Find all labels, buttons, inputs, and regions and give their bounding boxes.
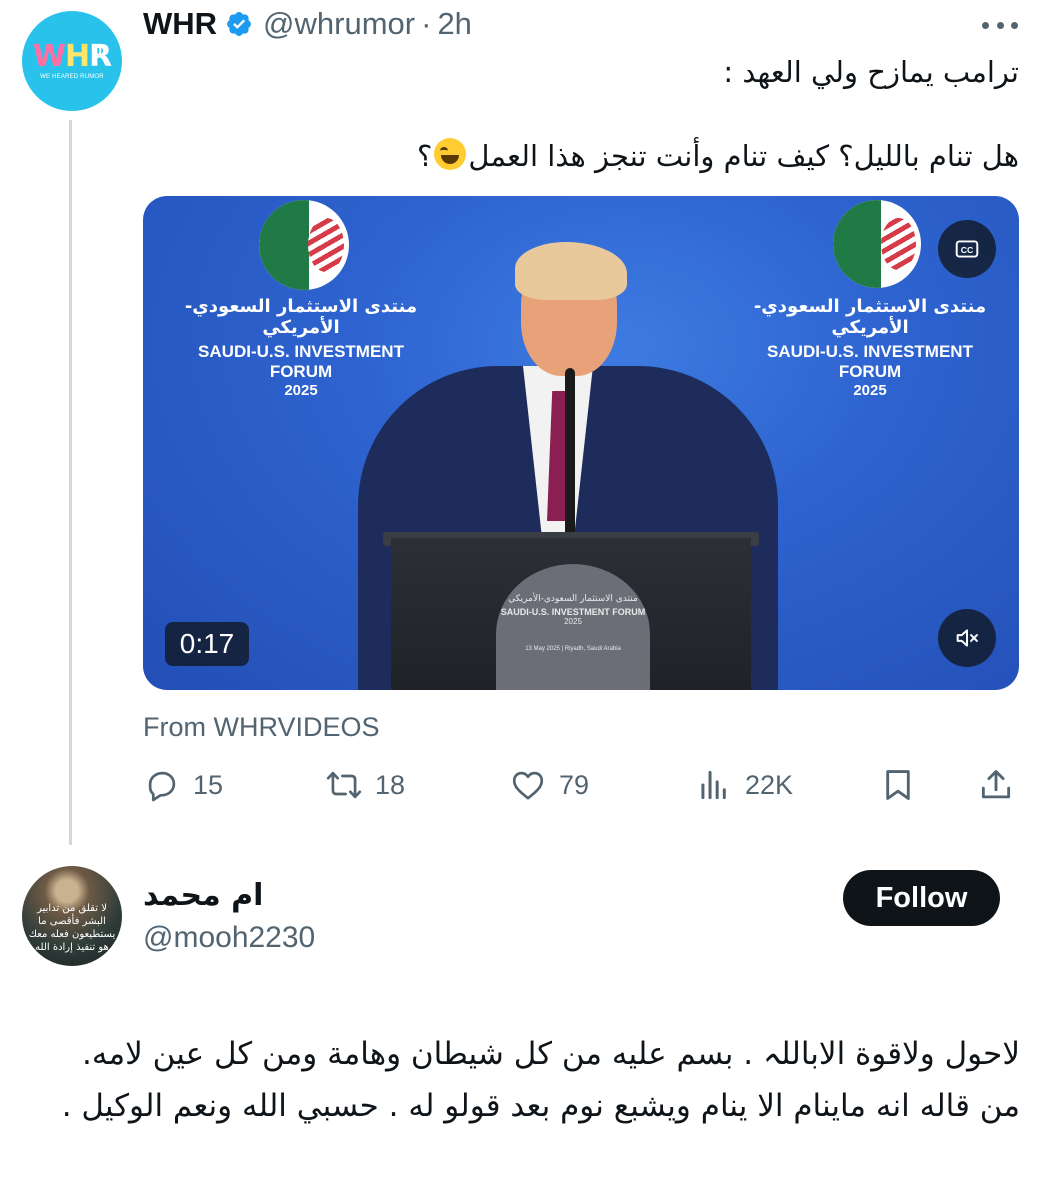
retweet-icon — [326, 771, 362, 799]
tweet-text-line-2: هل تنام بالليل؟ كيف تنام وأنت تنجز هذا ا… — [417, 138, 1019, 173]
laughing-emoji-icon — [434, 138, 467, 170]
forum-name-arabic: منتدى الاستثمار السعودي-الأمريكي — [753, 296, 987, 338]
seal-forum-name-english: SAUDI-U.S. INVESTMENT FORUM — [500, 607, 646, 617]
share-button[interactable] — [977, 764, 1015, 806]
seal-year: 2025 — [564, 617, 582, 626]
tweet-text-line-2-end: ؟ — [417, 139, 433, 173]
speaker-muted-icon — [956, 629, 978, 647]
forum-emblem-icon — [259, 200, 349, 290]
verified-badge-icon[interactable] — [225, 10, 253, 38]
analytics-icon — [701, 770, 726, 800]
captions-button[interactable]: CC — [938, 220, 996, 278]
retweet-button[interactable]: 18 — [325, 764, 405, 806]
tweet-video[interactable]: منتدى الاستثمار السعودي-الأمريكي SAUDI-U… — [143, 196, 1019, 690]
user-avatar[interactable]: لا تقلق من تدابير البشر فأقصى ما يستطيعو… — [22, 866, 122, 966]
view-count: 22K — [745, 769, 794, 800]
forum-year: 2025 — [284, 382, 318, 399]
share-icon — [981, 770, 1011, 799]
reply-button[interactable]: 15 — [143, 764, 223, 806]
forum-name-english: SAUDI-U.S. INVESTMENT FORUM — [198, 342, 404, 381]
forum-name-english: SAUDI-U.S. INVESTMENT FORUM — [767, 342, 973, 381]
whr-tagline: WE HEARED RUMOR — [40, 74, 104, 80]
tweet-header: WHR @whrumor · 2h — [143, 6, 472, 42]
tweet-actions-bar: 15 18 79 22K — [143, 764, 1019, 806]
follow-button[interactable]: Follow — [843, 870, 1000, 926]
closed-captions-icon: CC — [955, 240, 979, 258]
forum-year: 2025 — [853, 382, 887, 399]
tweet-timestamp[interactable]: 2h — [437, 6, 471, 42]
heart-icon — [512, 771, 544, 800]
forum-name-arabic: منتدى الاستثمار السعودي-الأمريكي — [184, 296, 418, 338]
views-button[interactable]: 22K — [695, 764, 793, 806]
like-button[interactable]: 79 — [509, 764, 589, 806]
author-display-name[interactable]: WHR — [143, 6, 217, 42]
whr-avatar[interactable]: WHR WE HEARED RUMOR — [22, 11, 122, 111]
tweet-text-line-1: ترامب يمازح ولي العهد : — [723, 55, 1019, 89]
avatar-quote-text: لا تقلق من تدابير البشر فأقصى ما يستطيعو… — [28, 903, 116, 953]
tweet-text-line-2-main: هل تنام بالليل؟ كيف تنام وأنت تنجز هذا ا… — [468, 139, 1019, 173]
user-handle[interactable]: @mooh2230 — [143, 921, 315, 955]
author-handle[interactable]: @whrumor — [263, 6, 415, 42]
svg-text:CC: CC — [961, 245, 974, 255]
bookmark-icon — [886, 770, 910, 800]
microphone — [565, 368, 575, 538]
like-count: 79 — [559, 769, 590, 800]
video-source-link[interactable]: From WHRVIDEOS — [143, 712, 380, 743]
video-duration: 0:17 — [165, 622, 249, 666]
reply-icon — [148, 771, 176, 802]
forum-emblem-large-icon — [833, 200, 921, 288]
mute-button[interactable] — [938, 609, 996, 667]
bookmark-button[interactable] — [879, 764, 917, 806]
more-options-icon[interactable] — [982, 17, 1018, 33]
seal-forum-name-arabic: منتدى الاستثمار السعودي-الأمريكي — [508, 594, 638, 604]
reply-text: لاحول ولاقوة الاباللہ . بسم عليه من كل ش… — [61, 1036, 1020, 1124]
separator-dot: · — [421, 6, 432, 41]
speaker-hair — [515, 242, 627, 300]
thread-connector-line — [69, 120, 72, 845]
retweet-count: 18 — [375, 769, 406, 800]
seal-date: 13 May 2025 | Riyadh, Saudi Arabia — [525, 646, 621, 652]
reply-count: 15 — [193, 769, 224, 800]
user-display-name[interactable]: ام محمد — [143, 878, 263, 913]
